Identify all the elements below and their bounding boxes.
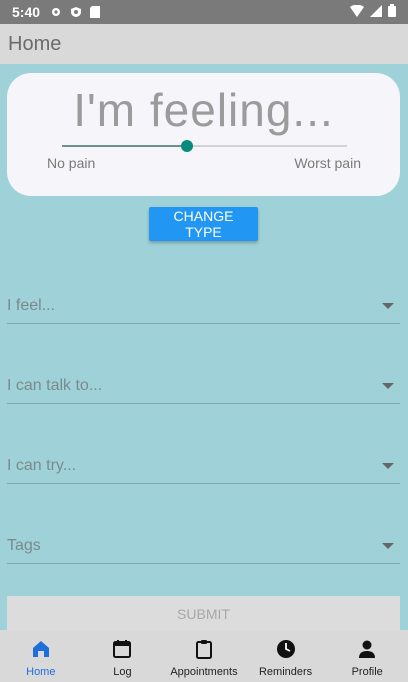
nav-item-profile[interactable]: Profile — [326, 630, 408, 682]
app-bar: Home — [0, 24, 408, 64]
feeling-title: I'm feeling... — [73, 84, 334, 136]
nav-item-log[interactable]: Log — [82, 630, 164, 682]
nav-label: Reminders — [258, 666, 313, 678]
signal-icon — [370, 4, 382, 17]
clipboard-icon — [195, 640, 212, 659]
nav-label: Home — [26, 666, 56, 678]
person-icon — [359, 640, 376, 658]
feel-dropdown[interactable]: I feel... — [7, 293, 400, 324]
dropdown-arrow-icon — [382, 463, 394, 469]
settings-gear-icon — [52, 8, 61, 16]
dropdown-label: I feel... — [7, 297, 56, 314]
try-dropdown[interactable]: I can try... — [7, 453, 400, 484]
feeling-card: I'm feeling... No pain Worst pain — [7, 73, 400, 196]
status-bar: 5:40 — [0, 0, 408, 24]
slider-min-label: No pain — [47, 155, 96, 171]
talk-to-dropdown[interactable]: I can talk to... — [7, 373, 400, 404]
dropdown-label: I can try... — [7, 457, 77, 474]
nav-item-reminders[interactable]: Reminders — [245, 630, 327, 682]
shield-icon — [71, 7, 82, 17]
slider-fill — [62, 145, 188, 147]
nav-label: Log — [113, 666, 132, 678]
page-title: Home — [8, 33, 62, 55]
home-icon — [32, 641, 49, 657]
nav-item-home[interactable]: Home — [0, 630, 82, 682]
bottom-nav: Home Log Appointments Reminders Profile — [0, 630, 408, 682]
nav-label: Appointments — [170, 666, 238, 678]
dropdown-arrow-icon — [382, 383, 394, 389]
wifi-icon — [350, 4, 364, 17]
status-time: 5:40 — [12, 4, 41, 20]
battery-icon — [388, 4, 396, 17]
dropdown-label: Tags — [7, 537, 41, 554]
dropdown-arrow-icon — [382, 543, 394, 549]
dropdown-label: I can talk to... — [7, 377, 103, 394]
submit-button[interactable]: SUBMIT — [7, 596, 400, 632]
tags-dropdown[interactable]: Tags — [7, 533, 400, 564]
nav-label: Profile — [351, 666, 383, 678]
slider-thumb[interactable] — [181, 140, 194, 152]
slider-max-label: Worst pain — [294, 155, 361, 171]
sd-card-icon — [90, 6, 101, 18]
change-type-button[interactable]: CHANGE TYPE — [149, 207, 258, 241]
nav-item-appointments[interactable]: Appointments — [163, 630, 245, 682]
clock-icon — [276, 640, 295, 658]
pain-slider[interactable] — [62, 140, 347, 152]
dropdown-arrow-icon — [382, 303, 394, 309]
calendar-icon — [113, 640, 132, 658]
